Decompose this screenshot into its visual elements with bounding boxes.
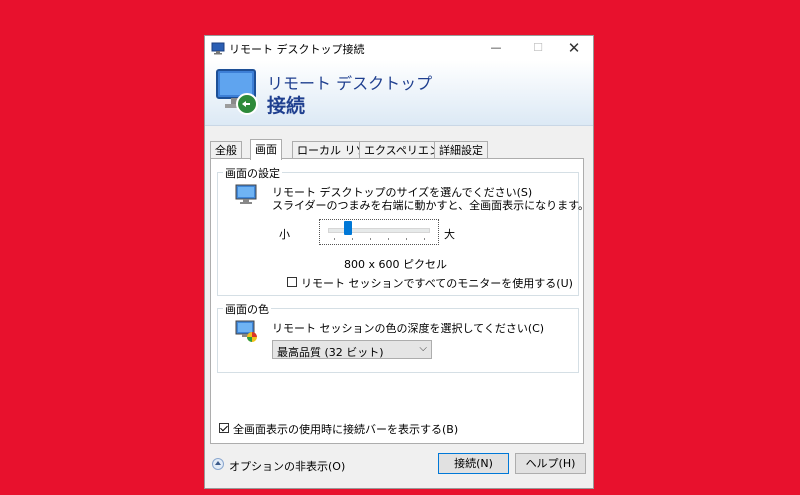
chevron-down-icon: ⌵	[419, 343, 427, 354]
display-size-slider[interactable]	[319, 219, 439, 245]
color-settings-title: 画面の色	[223, 301, 271, 317]
monitor-icon	[235, 184, 257, 204]
minimize-button[interactable]: —	[477, 36, 515, 60]
connection-bar-label[interactable]: 全画面表示の使用時に接続バーを表示する(B)	[233, 421, 458, 437]
title-bar[interactable]: リモート デスクトップ接続 — ☐ ✕	[205, 36, 593, 60]
window-title: リモート デスクトップ接続	[229, 43, 365, 56]
connection-bar-checkbox[interactable]	[219, 423, 229, 433]
chevron-up-icon[interactable]	[212, 458, 224, 470]
slider-tick	[352, 238, 353, 240]
resolution-value: 800 x 600 ピクセル	[344, 258, 447, 271]
color-monitor-icon	[235, 320, 257, 342]
remote-desktop-icon	[211, 42, 225, 55]
display-slider-hint: スライダーのつまみを右端に動かすと、全画面表示になります。	[272, 199, 590, 212]
slider-tick	[406, 238, 407, 240]
hide-options-link[interactable]: オプションの非表示(O)	[229, 458, 345, 474]
display-settings-group: 画面の設定 リモート デスクトップのサイズを選んでください(S) スライダーのつ…	[217, 165, 589, 296]
help-button[interactable]: ヘルプ(H)	[515, 453, 586, 474]
slider-large-label: 大	[444, 228, 455, 241]
display-tab-panel: 画面の設定 リモート デスクトップのサイズを選んでください(S) スライダーのつ…	[210, 158, 589, 444]
connect-button[interactable]: 接続(N)	[438, 453, 509, 474]
remote-desktop-monitor-icon	[216, 69, 258, 115]
header-banner: リモート デスクトップ 接続	[205, 60, 593, 126]
tab-advanced[interactable]: 詳細設定	[434, 141, 488, 159]
slider-tick	[388, 238, 389, 240]
tab-display[interactable]: 画面	[250, 139, 282, 160]
color-depth-desc: リモート セッションの色の深度を選択してください(C)	[272, 322, 545, 335]
slider-thumb[interactable]	[344, 221, 352, 235]
slider-tick	[424, 238, 425, 240]
display-settings-title: 画面の設定	[223, 165, 282, 181]
rdp-window: リモート デスクトップ接続 — ☐ ✕ リモート デスクトップ 接続 全般 画面…	[204, 35, 594, 489]
close-button[interactable]: ✕	[555, 36, 593, 60]
slider-small-label: 小	[279, 228, 290, 241]
all-monitors-checkbox[interactable]	[287, 277, 297, 287]
slider-tick	[370, 238, 371, 240]
tab-general[interactable]: 全般	[210, 141, 242, 159]
color-depth-value: 最高品質 (32 ビット)	[277, 346, 384, 359]
color-settings-group: 画面の色 リモート セッションの色の深度を選択してください(C) 最高品質 (3…	[217, 301, 579, 373]
all-monitors-label[interactable]: リモート セッションですべてのモニターを使用する(U)	[301, 275, 573, 291]
color-depth-select[interactable]: 最高品質 (32 ビット) ⌵	[272, 340, 432, 359]
maximize-button[interactable]: ☐	[519, 36, 557, 60]
banner-title-line2: 接続	[267, 95, 306, 117]
slider-tick	[334, 238, 335, 240]
